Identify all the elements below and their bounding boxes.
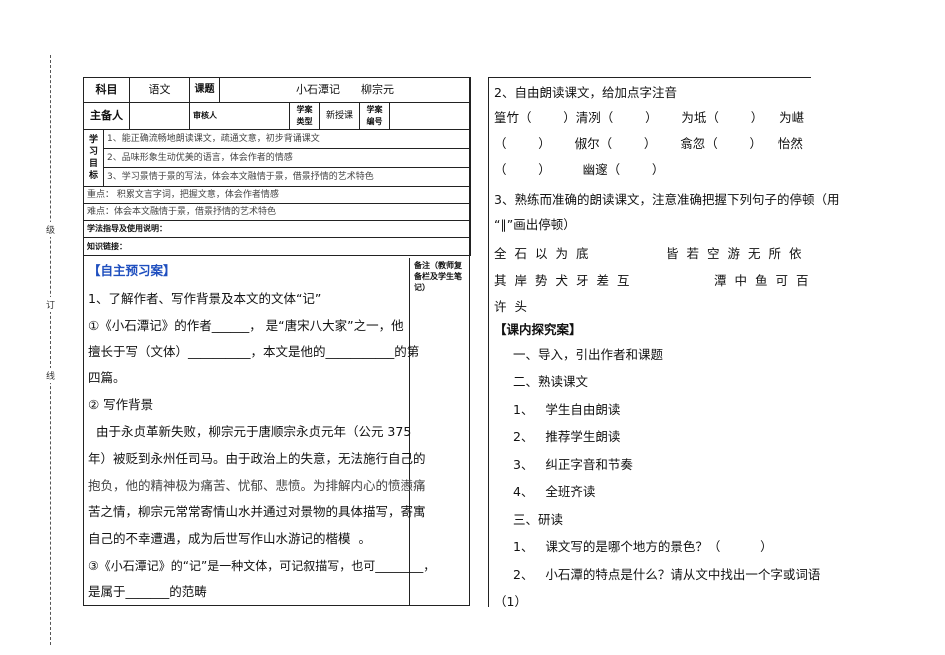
explore-step-6: 4、 全班齐读 — [513, 484, 596, 499]
explore-step-5: 3、 纠正字音和节奏 — [513, 457, 633, 472]
study-guide: 学法指导及使用说明： — [82, 220, 472, 238]
binding-dashed-line — [50, 55, 51, 645]
right-q3-title: 3、熟练而准确的朗读课文，注意准确把握下列句子的停顿（用 — [494, 192, 840, 207]
preview-title: 【自主预习案】 — [88, 263, 176, 278]
topic-label: 课题 — [189, 77, 220, 103]
sentence-1b: 皆若空游无所依 — [666, 246, 810, 261]
sentence-2a: 其岸势犬牙差互 — [494, 273, 638, 288]
objective-2: 2、品味形象生动优美的语言，体会作者的情感 — [102, 148, 472, 168]
sentence-1a: 全石以为底 — [494, 246, 597, 261]
preview-line-11: ③《小石潭记》的“记”是一种文体，可记叙描写，也可________， — [88, 559, 436, 573]
preview-line-3: 擅长于写（文体）__________，本文是他的___________的第 — [88, 344, 420, 359]
notes-column: 备注（教师复备栏及学生笔记） — [409, 258, 471, 605]
explore-title: 【课内探究案】 — [494, 322, 582, 337]
explore-step-9: 2、 小石潭的特点是什么？请从文中找出一个字或词语 — [513, 567, 821, 582]
objective-1: 1、能正确流畅地朗读课文，疏通文意，初步背诵课文 — [102, 129, 472, 149]
preview-line-5: ② 写作背景 — [88, 397, 154, 412]
preview-line-12: 是属于_______的范畴 — [88, 584, 207, 599]
preview-line-1: 1、了解作者、写作背景及本文的文体“记” — [88, 291, 322, 306]
preview-line-7: 年）被贬到永州任司马。由于政治上的失意，无法施行自己的 — [88, 451, 426, 466]
sentence-3: 许头 — [494, 299, 536, 314]
preview-line-2: ①《小石潭记》的作者______， 是“唐宋八大家”之一，他 — [88, 318, 404, 333]
key-point: 重点： 积累文言字词，把握文意，体会作者情感 — [82, 186, 472, 204]
preview-line-8: 抱负，他的精神极为痛苦、忧郁、悲愤。为排解内心的愤懑痛 — [88, 478, 426, 493]
objectives-label: 学习目标 — [83, 129, 104, 187]
sentence-2b: 潭中鱼可百 — [714, 273, 817, 288]
objective-3: 3、学习景情于景的写法，体会本文融情于景，借景抒情的艺术特色 — [102, 167, 472, 187]
explore-step-1: 一、导入，引出作者和课题 — [513, 347, 664, 362]
number-label: 学案编号 — [359, 102, 390, 130]
explore-step-10: （1） — [494, 594, 527, 609]
binding-label-grade: 级 — [46, 222, 56, 237]
topic-value: 小石潭记 柳宗元 — [218, 77, 472, 103]
type-label: 学案类型 — [289, 102, 320, 130]
right-pinyin-row-2: （ ） 俶尔（ ） 翕忽（ ） 怡然 — [494, 136, 803, 151]
explore-step-8: 1、 课文写的是哪个地方的景色？（ ） — [513, 539, 773, 554]
difficulty: 难点：体会本文融情于景，借景抒情的艺术特色 — [82, 203, 472, 221]
binding-label-line: 线 — [46, 368, 56, 383]
binding-label-staple: 订 — [46, 297, 56, 312]
right-pinyin-row-1: 篁竹（ ）清冽（ ） 为坻（ ） 为嵁 — [494, 110, 805, 125]
number-value — [388, 102, 472, 130]
notes-header: 备注（教师复备栏及学生笔记） — [414, 261, 462, 292]
explore-step-2: 二、熟读课文 — [513, 374, 589, 389]
reviewer-label: 审核人 — [189, 102, 290, 130]
preview-line-4: 四篇。 — [88, 370, 126, 385]
preview-line-10: 自己的不幸遭遇，成为后世写作山水游记的楷模 。 — [88, 531, 371, 546]
right-q3-title-cont: “∥”画出停顿） — [494, 217, 576, 232]
explore-step-7: 三、研读 — [513, 512, 564, 527]
right-pinyin-row-3: （ ） 幽邃（ ） — [494, 162, 665, 177]
subject-label: 科目 — [83, 77, 130, 103]
preparer-label: 主备人 — [83, 102, 130, 130]
explore-step-4: 2、 推荐学生朗读 — [513, 429, 621, 444]
right-q2-title: 2、自由朗读课文，给加点字注音 — [494, 85, 677, 100]
explore-step-3: 1、 学生自由朗读 — [513, 402, 621, 417]
preview-line-6: 由于永贞革新失败，柳宗元于唐顺宗永贞元年（公元 375 — [88, 424, 412, 439]
preview-line-9: 苦之情，柳宗元常常寄情山水并通过对景物的具体描写，寄寓 — [88, 504, 426, 519]
subject-value: 语文 — [129, 77, 190, 103]
preparer-value — [129, 102, 190, 130]
lesson-info-table: 科目 语文 课题 小石潭记 柳宗元 主备人 审核人 学案类型 新授课 学案编号 … — [82, 77, 472, 256]
knowledge-link: 知识链接： — [82, 237, 472, 256]
type-value: 新授课 — [319, 102, 360, 130]
